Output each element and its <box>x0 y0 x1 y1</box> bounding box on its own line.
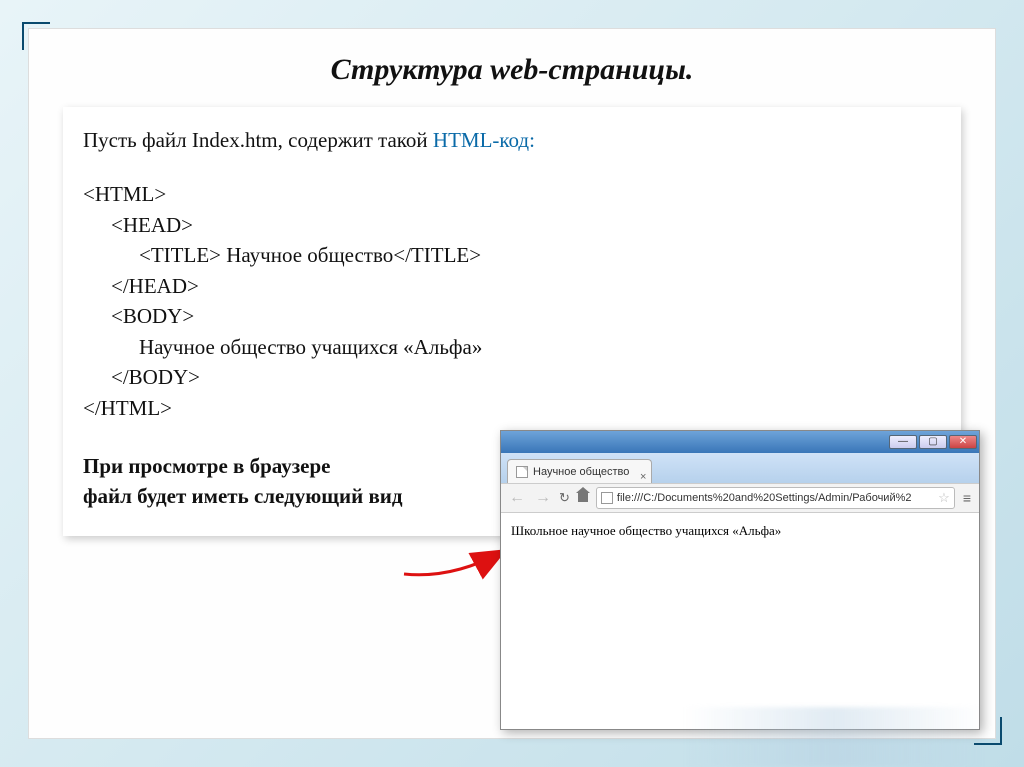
tab-close-icon[interactable]: × <box>640 465 646 489</box>
window-close-button[interactable]: ✕ <box>949 435 977 449</box>
nav-back-button[interactable]: ← <box>507 489 527 507</box>
background-decoration <box>684 707 984 767</box>
intro-highlight: HTML-код: <box>433 128 535 152</box>
bookmark-star-icon[interactable]: ☆ <box>938 490 950 506</box>
code-line: <TITLE> Научное общество</TITLE> <box>83 240 941 270</box>
intro-text: Пусть файл Index.htm, содержит такой HTM… <box>83 125 941 155</box>
page-icon <box>601 492 613 504</box>
nav-forward-button[interactable]: → <box>533 489 553 507</box>
code-line: </HEAD> <box>83 271 941 301</box>
reload-button[interactable]: ↻ <box>559 490 570 506</box>
tab-strip: Научное общество × <box>501 453 979 483</box>
browser-tab[interactable]: Научное общество × <box>507 459 652 483</box>
code-line: </HTML> <box>83 396 172 420</box>
code-block: <HTML> <HEAD> <TITLE> Научное общество</… <box>83 179 941 423</box>
slide-title: Структура web-страницы. <box>29 29 995 101</box>
code-line: Научное общество учащихся «Альфа» <box>83 332 941 362</box>
address-text: file:///C:/Documents%20and%20Settings/Ad… <box>617 492 934 504</box>
browser-viewport: Школьное научное общество учащихся «Альф… <box>501 513 979 549</box>
home-icon[interactable] <box>576 492 590 504</box>
page-icon <box>516 466 528 478</box>
code-line: <HEAD> <box>83 210 941 240</box>
window-maximize-button[interactable]: ▢ <box>919 435 947 449</box>
code-line: </BODY> <box>83 362 941 392</box>
browser-window: — ▢ ✕ Научное общество × ← → ↻ file:///C… <box>500 430 980 730</box>
address-bar[interactable]: file:///C:/Documents%20and%20Settings/Ad… <box>596 487 955 509</box>
window-minimize-button[interactable]: — <box>889 435 917 449</box>
browser-toolbar: ← → ↻ file:///C:/Documents%20and%20Setti… <box>501 483 979 513</box>
page-body-text: Школьное научное общество учащихся «Альф… <box>511 523 781 538</box>
intro-prefix: Пусть файл Index.htm, содержит такой <box>83 128 433 152</box>
code-line: <BODY> <box>83 301 941 331</box>
menu-icon[interactable]: ≡ <box>961 490 973 506</box>
tab-title: Научное общество <box>533 460 629 484</box>
window-titlebar: — ▢ ✕ <box>501 431 979 453</box>
code-line: <HTML> <box>83 182 166 206</box>
